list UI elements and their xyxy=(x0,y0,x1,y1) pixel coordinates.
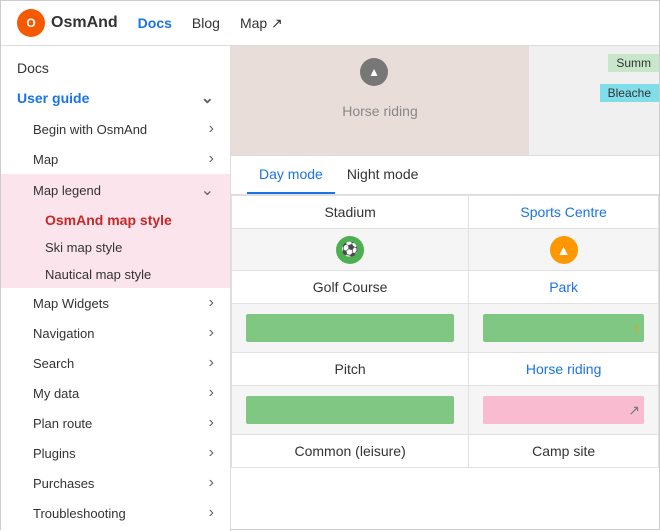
park-label: Park xyxy=(469,271,659,304)
stadium-icon: ⚽ xyxy=(336,236,364,264)
park-bar-cell: ↑ xyxy=(469,304,659,353)
chevron-right-icon xyxy=(209,384,214,402)
chevron-right-icon xyxy=(209,444,214,462)
sidebar-item-purchases[interactable]: Purchases xyxy=(1,468,230,498)
summ-block: Summ xyxy=(608,54,659,72)
chevron-down-icon xyxy=(201,88,214,108)
sidebar-item-plugins[interactable]: Plugins xyxy=(1,438,230,468)
park-bar: ↑ xyxy=(483,314,644,342)
pitch-bar xyxy=(246,396,454,424)
map-legend-table: Stadium Sports Centre ⚽ ▲ Golf xyxy=(231,195,659,468)
main-layout: Docs User guide Begin with OsmAnd Map Ma… xyxy=(1,46,659,531)
sidebar-item-my-data[interactable]: My data xyxy=(1,378,230,408)
golf-course-bar xyxy=(246,314,454,342)
sidebar-item-plan-route[interactable]: Plan route xyxy=(1,408,230,438)
header: O OsmAnd Docs Blog Map ↗ xyxy=(1,1,659,46)
tab-bar: Day mode Night mode xyxy=(231,156,659,195)
logo: O OsmAnd xyxy=(17,9,118,37)
chevron-right-icon xyxy=(209,504,214,522)
pitch-label: Pitch xyxy=(232,353,469,386)
chevron-right-icon xyxy=(209,150,214,168)
bleach-block: Bleache xyxy=(600,84,659,102)
park-bar-icon: ↑ xyxy=(633,320,640,336)
chevron-right-icon xyxy=(209,414,214,432)
common-leisure-label: Common (leisure) xyxy=(232,435,469,468)
horse-riding-label: Horse riding xyxy=(469,353,659,386)
table-row: Common (leisure) Camp site xyxy=(232,435,659,468)
table-row: ⚽ ▲ xyxy=(232,229,659,271)
chevron-right-icon xyxy=(209,294,214,312)
sidebar-item-search[interactable]: Search xyxy=(1,348,230,378)
nav-blog[interactable]: Blog xyxy=(192,15,220,31)
sports-centre-icon-cell: ▲ xyxy=(469,229,659,271)
nav-docs[interactable]: Docs xyxy=(138,15,172,31)
sidebar: Docs User guide Begin with OsmAnd Map Ma… xyxy=(1,46,231,531)
map-preview: ▲ Horse riding Summ Bleache xyxy=(231,46,659,156)
chevron-right-icon xyxy=(209,324,214,342)
pitch-bar-cell xyxy=(232,386,469,435)
table-row: ↑ xyxy=(232,304,659,353)
logo-text: OsmAnd xyxy=(51,14,118,32)
sidebar-item-troubleshooting[interactable]: Troubleshooting xyxy=(1,498,230,528)
sidebar-item-osmand-map-style[interactable]: OsmAnd map style xyxy=(1,206,230,234)
chevron-right-icon xyxy=(209,474,214,492)
horse-riding-bar-icon: ↗ xyxy=(628,402,640,419)
sidebar-item-docs[interactable]: Docs xyxy=(1,54,230,82)
sports-centre-label: Sports Centre xyxy=(469,196,659,229)
horse-riding-bar-cell: ↗ xyxy=(469,386,659,435)
legend-table: Stadium Sports Centre ⚽ ▲ Golf xyxy=(231,195,659,531)
sidebar-item-nautical-map-style[interactable]: Nautical map style xyxy=(1,261,230,288)
golf-course-bar-cell xyxy=(232,304,469,353)
horse-riding-bar: ↗ xyxy=(483,396,644,424)
tab-night-mode[interactable]: Night mode xyxy=(335,156,431,194)
stadium-label: Stadium xyxy=(232,196,469,229)
sidebar-item-user-guide[interactable]: User guide xyxy=(1,82,230,114)
chevron-right-icon xyxy=(209,120,214,138)
navigation-icon: ▲ xyxy=(360,58,388,86)
logo-icon: O xyxy=(17,9,45,37)
table-row: Stadium Sports Centre xyxy=(232,196,659,229)
golf-course-label: Golf Course xyxy=(232,271,469,304)
horse-riding-label: Horse riding xyxy=(342,103,417,119)
stadium-icon-cell: ⚽ xyxy=(232,229,469,271)
sports-centre-icon: ▲ xyxy=(550,236,578,264)
chevron-down-icon xyxy=(201,180,214,200)
table-row: ↗ xyxy=(232,386,659,435)
sidebar-item-ski-map-style[interactable]: Ski map style xyxy=(1,234,230,261)
sidebar-item-map[interactable]: Map xyxy=(1,144,230,174)
main-content: ▲ Horse riding Summ Bleache Day mode Nig… xyxy=(231,46,659,531)
nav-map[interactable]: Map ↗ xyxy=(240,15,283,32)
tab-day-mode[interactable]: Day mode xyxy=(247,156,335,194)
chevron-right-icon xyxy=(209,354,214,372)
sidebar-item-map-widgets[interactable]: Map Widgets xyxy=(1,288,230,318)
sidebar-item-map-legend[interactable]: Map legend xyxy=(1,174,230,206)
sidebar-item-begin[interactable]: Begin with OsmAnd xyxy=(1,114,230,144)
sidebar-item-navigation[interactable]: Navigation xyxy=(1,318,230,348)
camp-site-label: Camp site xyxy=(469,435,659,468)
table-row: Golf Course Park xyxy=(232,271,659,304)
table-row: Pitch Horse riding xyxy=(232,353,659,386)
